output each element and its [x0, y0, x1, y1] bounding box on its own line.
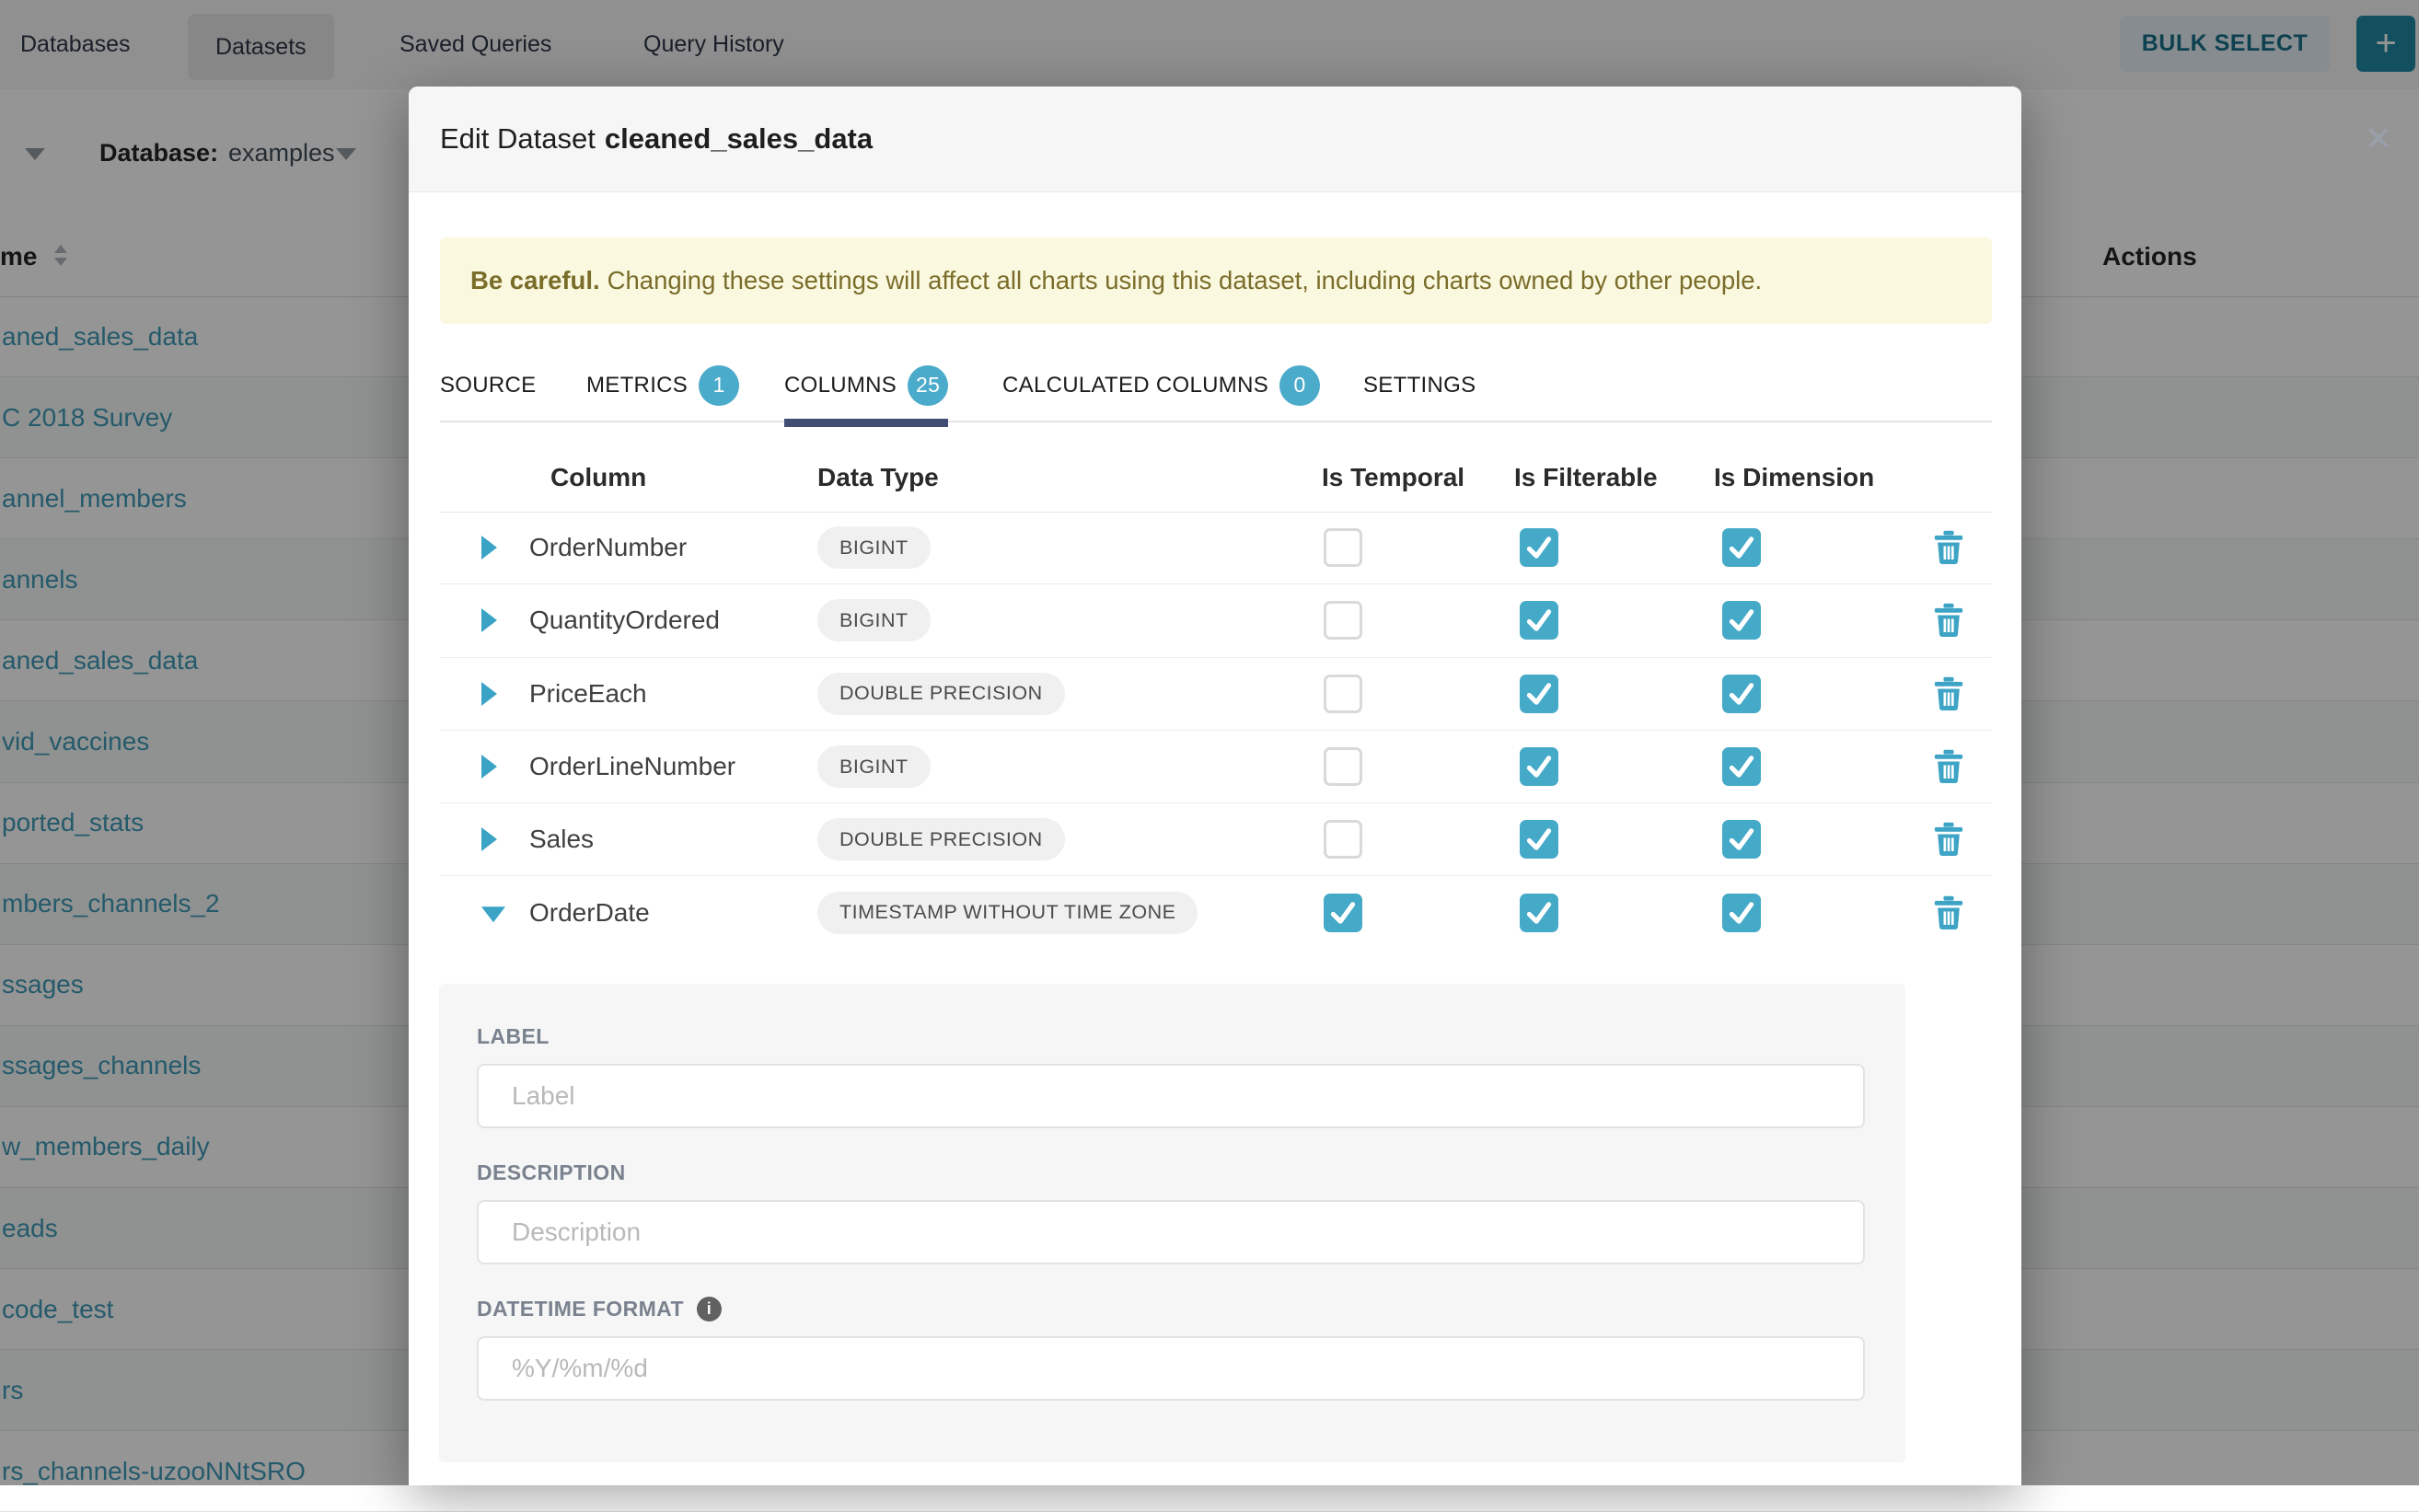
- collapse-caret-icon[interactable]: [481, 906, 505, 922]
- tab-settings[interactable]: SETTINGS: [1363, 350, 1476, 421]
- is-dimension-header: Is Dimension: [1714, 463, 1874, 492]
- columns-table-header: Column Data Type Is Temporal Is Filterab…: [440, 456, 1992, 513]
- close-icon[interactable]: ✕: [2351, 87, 2406, 191]
- description-field-label-text: DESCRIPTION: [477, 1160, 626, 1185]
- is-filterable-checkbox-checked[interactable]: [1520, 894, 1558, 932]
- data-type-pill: BIGINT: [817, 526, 931, 569]
- column-row-PriceEach: PriceEach DOUBLE PRECISION: [440, 658, 1992, 731]
- column-name: OrderNumber: [529, 533, 687, 562]
- is-dimension-checkbox-checked[interactable]: [1722, 894, 1761, 932]
- expand-caret-icon[interactable]: [481, 608, 497, 632]
- delete-column-icon[interactable]: [1933, 895, 1964, 930]
- tab-metrics[interactable]: METRICS 1: [586, 350, 739, 421]
- description-field-label: DESCRIPTION: [477, 1160, 626, 1185]
- column-name: Sales: [529, 825, 594, 854]
- label-field-label-text: LABEL: [477, 1024, 550, 1049]
- delete-column-icon[interactable]: [1933, 749, 1964, 784]
- column-name: QuantityOrdered: [529, 606, 720, 635]
- column-header: Column: [550, 463, 646, 492]
- tab-columns[interactable]: COLUMNS 25: [784, 350, 948, 421]
- delete-column-icon[interactable]: [1933, 822, 1964, 857]
- expand-caret-icon[interactable]: [481, 827, 497, 851]
- edit-dataset-modal: Edit Dataset cleaned_sales_data ✕ Be car…: [409, 87, 2021, 1485]
- delete-column-icon[interactable]: [1933, 530, 1964, 565]
- delete-column-icon[interactable]: [1933, 603, 1964, 638]
- column-name: OrderDate: [529, 898, 650, 928]
- datetime-format-label-text: DATETIME FORMAT: [477, 1297, 684, 1322]
- datetime-format-field-label: DATETIME FORMAT i: [477, 1297, 722, 1322]
- data-type-header: Data Type: [817, 463, 939, 492]
- label-field-label: LABEL: [477, 1024, 550, 1049]
- column-name: PriceEach: [529, 679, 647, 709]
- is-temporal-checkbox-unchecked[interactable]: [1324, 528, 1362, 567]
- is-filterable-header: Is Filterable: [1514, 463, 1658, 492]
- is-dimension-checkbox-checked[interactable]: [1722, 675, 1761, 713]
- warning-bold-text: Be careful.: [470, 266, 600, 295]
- info-icon[interactable]: i: [697, 1297, 722, 1322]
- column-row-OrderDate: OrderDate TIMESTAMP WITHOUT TIME ZONE: [440, 876, 1992, 948]
- tab-calculated-columns[interactable]: CALCULATED COLUMNS 0: [1002, 350, 1320, 421]
- tab-label: CALCULATED COLUMNS: [1002, 373, 1268, 398]
- is-dimension-checkbox-checked[interactable]: [1722, 820, 1761, 859]
- tab-label: SOURCE: [440, 373, 536, 398]
- is-temporal-checkbox-unchecked[interactable]: [1324, 747, 1362, 786]
- is-filterable-checkbox-checked[interactable]: [1520, 820, 1558, 859]
- modal-header: Edit Dataset cleaned_sales_data ✕: [409, 87, 2021, 192]
- column-row-QuantityOrdered: QuantityOrdered BIGINT: [440, 584, 1992, 657]
- tab-count-badge: 1: [699, 365, 739, 406]
- is-filterable-checkbox-checked[interactable]: [1520, 601, 1558, 640]
- modal-tabs: SOURCE METRICS 1 COLUMNS 25 CALCULATED COLUMN…: [440, 350, 1992, 422]
- is-filterable-checkbox-checked[interactable]: [1520, 528, 1558, 567]
- tab-source[interactable]: SOURCE: [440, 350, 536, 421]
- is-filterable-checkbox-checked[interactable]: [1520, 675, 1558, 713]
- expand-caret-icon[interactable]: [481, 536, 497, 560]
- expand-caret-icon[interactable]: [481, 682, 497, 706]
- label-input[interactable]: [477, 1064, 1865, 1128]
- column-row-OrderNumber: OrderNumber BIGINT: [440, 512, 1992, 584]
- delete-column-icon[interactable]: [1933, 676, 1964, 711]
- is-temporal-checkbox-checked[interactable]: [1324, 894, 1362, 932]
- is-dimension-checkbox-checked[interactable]: [1722, 528, 1761, 567]
- column-row-Sales: Sales DOUBLE PRECISION: [440, 803, 1992, 876]
- data-type-pill: BIGINT: [817, 599, 931, 641]
- column-row-OrderLineNumber: OrderLineNumber BIGINT: [440, 731, 1992, 803]
- column-detail-editor: LABEL DESCRIPTION DATETIME FORMAT i: [439, 984, 1905, 1462]
- data-type-pill: TIMESTAMP WITHOUT TIME ZONE: [817, 892, 1198, 934]
- datetime-format-input[interactable]: [477, 1336, 1865, 1401]
- tab-count-badge: 0: [1279, 365, 1320, 406]
- is-temporal-checkbox-unchecked[interactable]: [1324, 675, 1362, 713]
- is-filterable-checkbox-checked[interactable]: [1520, 747, 1558, 786]
- modal-title-prefix: Edit Dataset: [440, 122, 596, 156]
- is-temporal-checkbox-unchecked[interactable]: [1324, 820, 1362, 859]
- modal-title-dataset-name: cleaned_sales_data: [605, 122, 873, 156]
- tab-label: METRICS: [586, 373, 688, 398]
- data-type-pill: DOUBLE PRECISION: [817, 818, 1065, 860]
- data-type-pill: DOUBLE PRECISION: [817, 673, 1065, 715]
- expand-caret-icon[interactable]: [481, 755, 497, 779]
- tab-count-badge: 25: [908, 365, 948, 406]
- warning-text: Changing these settings will affect all …: [608, 266, 1763, 295]
- is-dimension-checkbox-checked[interactable]: [1722, 601, 1761, 640]
- description-input[interactable]: [477, 1200, 1865, 1264]
- columns-table-rows: OrderNumber BIGINT QuantityOrdered BIGINT Pr…: [440, 512, 1992, 949]
- is-temporal-checkbox-unchecked[interactable]: [1324, 601, 1362, 640]
- is-temporal-header: Is Temporal: [1322, 463, 1464, 492]
- data-type-pill: BIGINT: [817, 745, 931, 788]
- modal-title: Edit Dataset cleaned_sales_data: [440, 87, 873, 191]
- tab-label: COLUMNS: [784, 373, 897, 398]
- warning-banner: Be careful. Changing these settings will…: [440, 237, 1992, 324]
- is-dimension-checkbox-checked[interactable]: [1722, 747, 1761, 786]
- tab-label: SETTINGS: [1363, 373, 1476, 398]
- column-name: OrderLineNumber: [529, 752, 735, 781]
